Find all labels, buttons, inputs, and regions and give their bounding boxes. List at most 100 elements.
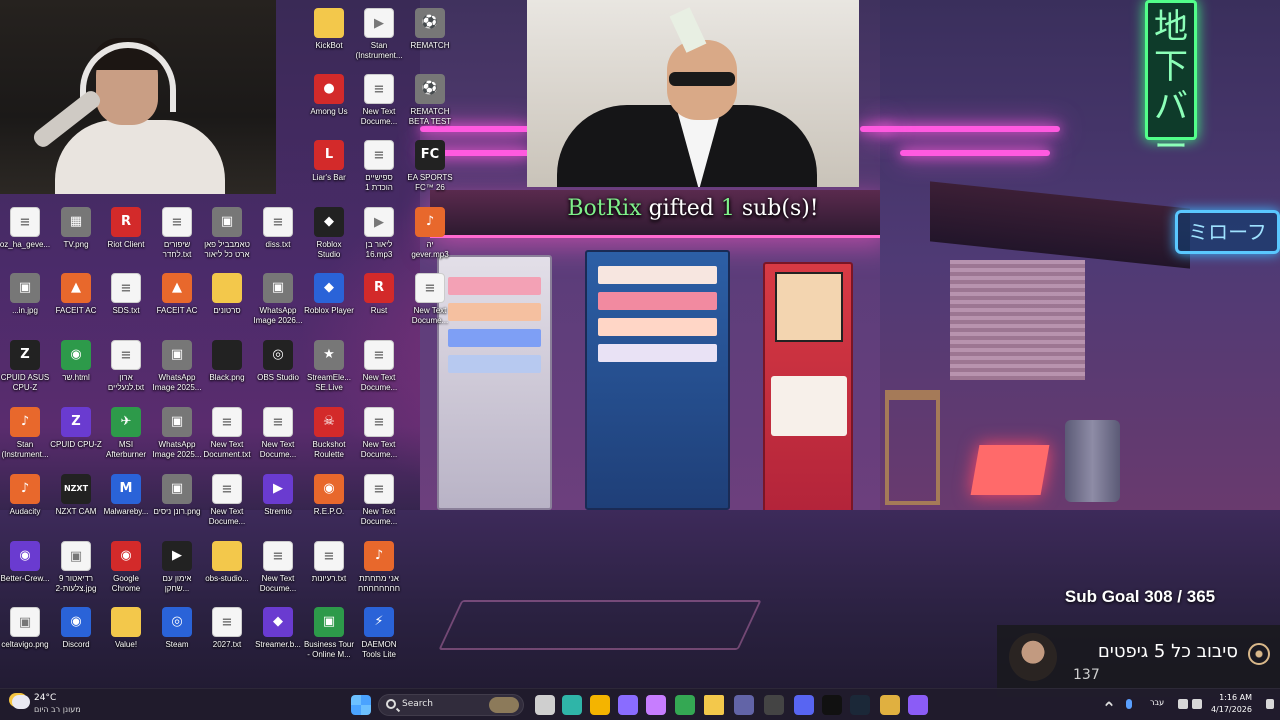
sub-gift-alert: BotRix gifted 1 sub(s)! [527,192,859,226]
desktop-icon-image: ◉ [111,541,141,571]
desktop-icon-image: ≡ [314,541,344,571]
desktop-icon[interactable]: ≡ New Text Docume... [348,407,410,460]
desktop-icon-image: ◉ [10,541,40,571]
desktop-icon-image: ≡ [263,407,293,437]
weather-widget[interactable]: 24°C מעונן רב היום [10,693,130,719]
chrome-icon[interactable] [675,695,695,715]
desktop-icon-image: ◉ [61,607,91,637]
desktop-icon[interactable]: FC EA SPORTS FC™ 26 [399,140,461,193]
desktop-icon-image: NZXT [61,474,91,504]
desktop-icon-image: ▶ [162,541,192,571]
gift-wheel-title: סיבוב כל 5 גיפטים [1097,641,1238,662]
clock-date[interactable]: 4/17/2026 [1211,705,1252,714]
desktop-icon[interactable]: ⚡ DAEMON Tools Lite [348,607,410,660]
app-icon[interactable] [880,695,900,715]
store-icon[interactable] [590,695,610,715]
wallpaper-crate [970,445,1050,495]
copilot-icon[interactable] [618,695,638,715]
desktop-icon-label: DAEMON Tools Lite [361,640,397,659]
alert-username: BotRix [567,196,642,221]
desktop-icon-image [212,541,242,571]
desktop-icon-image: ▶ [263,474,293,504]
microphone-icon[interactable] [1126,699,1132,709]
desktop-icon-label: REMATCH [410,41,450,50]
desktop-icon-label: New Text Docume... [360,373,398,392]
search-icon [386,699,396,709]
windows-start-icon[interactable] [351,695,371,715]
money-bill-icon [669,7,707,53]
desktop-icon-image: ◉ [314,474,344,504]
desktop-icon[interactable]: ⚽ REMATCH BETA TEST [399,74,461,127]
game-icon[interactable] [646,695,666,715]
wallpaper-neon-sign-green: 地下バー [1145,0,1197,167]
desktop-icon-label: יה gever.mp3 [411,240,449,259]
wallpaper-vending-machine [585,250,730,510]
webcam-overlay [0,0,276,194]
desktop-icon-image: ≡ [364,407,394,437]
streamer-bot-icon[interactable] [908,695,928,715]
language-indicator[interactable]: עבר [1150,698,1164,707]
search-input[interactable]: Search [378,694,524,716]
desktop-icon-label: אני מתחתת חחחחחחחח [357,574,401,593]
alert-suffix: sub(s)! [741,196,819,221]
desktop-icon-image [212,273,242,303]
search-highlight-image [489,697,519,713]
desktop-icon-image: ▣ [162,407,192,437]
desktop-icon-image: ≡ [263,207,293,237]
desktop-icon-image: ⚽ [415,74,445,104]
desktop-icon-image: ≡ [364,474,394,504]
desktop-icon[interactable]: ≡ New Text Docume... [348,474,410,527]
desktop-icon-image [314,8,344,38]
nzxt-icon[interactable] [822,695,842,715]
desktop-icon-image: ≡ [212,474,242,504]
steam-icon[interactable] [850,695,870,715]
desktop-icon[interactable]: ♪ יה gever.mp3 [399,207,461,260]
task-view-icon[interactable] [535,695,555,715]
desktop-icon-image: ◆ [314,273,344,303]
folder-icon[interactable] [704,695,724,715]
webcam-person-torso [55,120,225,194]
desktop-icon-image: ◎ [263,340,293,370]
desktop-icon[interactable]: ≡ New Text Docume... [399,273,461,326]
gift-wheel-count: 137 [1073,667,1100,683]
desktop-icon-image: ≡ [111,273,141,303]
desktop-icon[interactable]: ≡ New Text Docume... [348,340,410,393]
desktop-icon-image: ♪ [10,474,40,504]
chevron-up-icon[interactable] [1104,700,1114,710]
teams-icon[interactable] [734,695,754,715]
desktop-icon-image: ▶ [364,8,394,38]
desktop-icon-image: ⚡ [364,607,394,637]
desktop-icon-image: ≡ [263,541,293,571]
edge-icon[interactable] [562,695,582,715]
wallpaper-shutter [950,260,1085,380]
desktop-icon-image: R [111,207,141,237]
discord-icon[interactable] [794,695,814,715]
desktop-icon-image: ♪ [415,207,445,237]
desktop-icon[interactable]: ♪ אני מתחתת חחחחחחחח [348,541,410,594]
desktop-icon-label: EA SPORTS FC™ 26 [407,173,453,192]
volume-icon[interactable] [1192,699,1202,709]
desktop-icon[interactable]: ⚽ REMATCH [399,8,461,51]
desktop-icon-image: Z [10,340,40,370]
network-icon[interactable] [1178,699,1188,709]
notifications-icon[interactable] [1266,699,1274,709]
desktop-icon-image: ≡ [212,407,242,437]
desktop-icon-image: ▣ [10,607,40,637]
alert-action: gifted [648,196,714,221]
desktop-icon-image: ≡ [162,207,192,237]
weather-description: מעונן רב היום [34,705,81,714]
desktop-icon-image: ≡ [364,140,394,170]
wallpaper-barrel [1065,420,1120,502]
desktop-icon-image: ◎ [162,607,192,637]
desktop-icon-image: ♪ [364,541,394,571]
desktop-icon-image: ≡ [364,74,394,104]
desktop-icon-image [212,340,242,370]
desktop-icon-image: ▣ [162,340,192,370]
desktop-icon-image: ▣ [263,273,293,303]
wallpaper-neon-strip [880,126,1060,132]
obs-icon[interactable] [764,695,784,715]
desktop-icon-image: ♪ [10,407,40,437]
desktop-icon-image: ≡ [111,340,141,370]
clock-time[interactable]: 1:16 AM [1219,693,1252,702]
desktop-icon-label: New Text Docume... [360,507,398,526]
